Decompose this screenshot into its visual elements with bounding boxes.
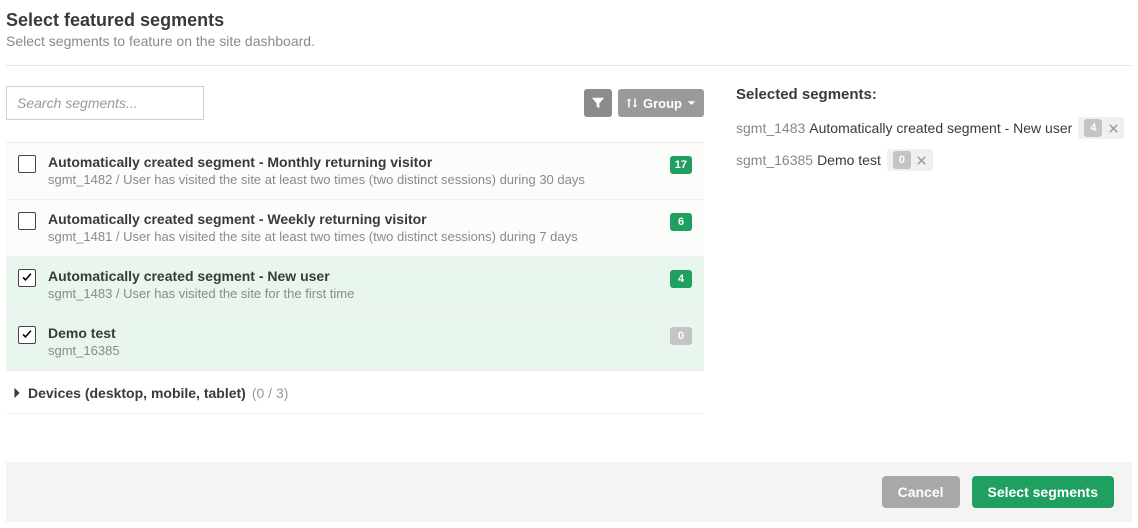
segments-list: Automatically created segment - Monthly … [6,142,704,414]
remove-chip-button[interactable] [913,151,931,169]
selected-panel-title: Selected segments: [736,86,1132,103]
segment-title: Automatically created segment - New user [48,267,662,285]
count-badge: 17 [670,156,692,174]
checkbox[interactable] [18,212,36,230]
count-badge: 0 [893,151,911,169]
chevron-right-icon [12,387,22,399]
chevron-down-icon [687,99,696,108]
remove-chip-button[interactable] [1104,119,1122,137]
count-badge: 6 [670,213,692,231]
group-button[interactable]: Group [618,89,704,117]
segment-title: Automatically created segment - Monthly … [48,153,662,171]
segment-row[interactable]: Automatically created segment - Weekly r… [6,200,704,257]
cancel-button[interactable]: Cancel [882,476,960,508]
selected-segment-id: sgmt_1483 [736,120,805,136]
segment-title: Demo test [48,324,662,342]
count-badge: 4 [1084,119,1102,137]
group-name: Devices (desktop, mobile, tablet) [28,385,246,401]
footer-bar: Cancel Select segments [6,462,1132,522]
page-title: Select featured segments [6,10,1132,31]
count-badge: 0 [670,327,692,345]
segment-subtitle: sgmt_1481 / User has visited the site at… [48,229,662,246]
selected-segment-name: Demo test [817,152,881,168]
segment-title: Automatically created segment - Weekly r… [48,210,662,228]
segment-subtitle: sgmt_1482 / User has visited the site at… [48,172,662,189]
segment-row[interactable]: Demo test sgmt_16385 0 [6,314,704,371]
sort-icon [626,97,638,109]
checkbox[interactable] [18,155,36,173]
funnel-icon [591,96,605,110]
segment-subtitle: sgmt_1483 / User has visited the site fo… [48,286,662,303]
count-badge: 4 [670,270,692,288]
group-header-devices[interactable]: Devices (desktop, mobile, tablet) (0 / 3… [6,371,704,414]
checkbox[interactable] [18,326,36,344]
segment-row[interactable]: Automatically created segment - Monthly … [6,143,704,200]
close-icon [1109,124,1118,133]
segment-row[interactable]: Automatically created segment - New user… [6,257,704,314]
check-icon [21,272,33,284]
segment-subtitle: sgmt_16385 [48,343,662,360]
selected-segment-id: sgmt_16385 [736,152,813,168]
close-icon [917,156,926,165]
page-subtitle: Select segments to feature on the site d… [6,33,1132,49]
selected-segment-name: Automatically created segment - New user [809,120,1072,136]
group-button-label: Group [643,96,682,111]
selected-segment-chip: sgmt_1483 Automatically created segment … [736,117,1124,139]
group-count: (0 / 3) [252,385,289,401]
check-icon [21,329,33,341]
filter-button[interactable] [584,89,612,117]
select-segments-button[interactable]: Select segments [972,476,1115,508]
checkbox[interactable] [18,269,36,287]
divider [6,65,1132,66]
selected-segment-chip: sgmt_16385 Demo test 0 [736,149,933,171]
search-input[interactable] [6,86,204,120]
